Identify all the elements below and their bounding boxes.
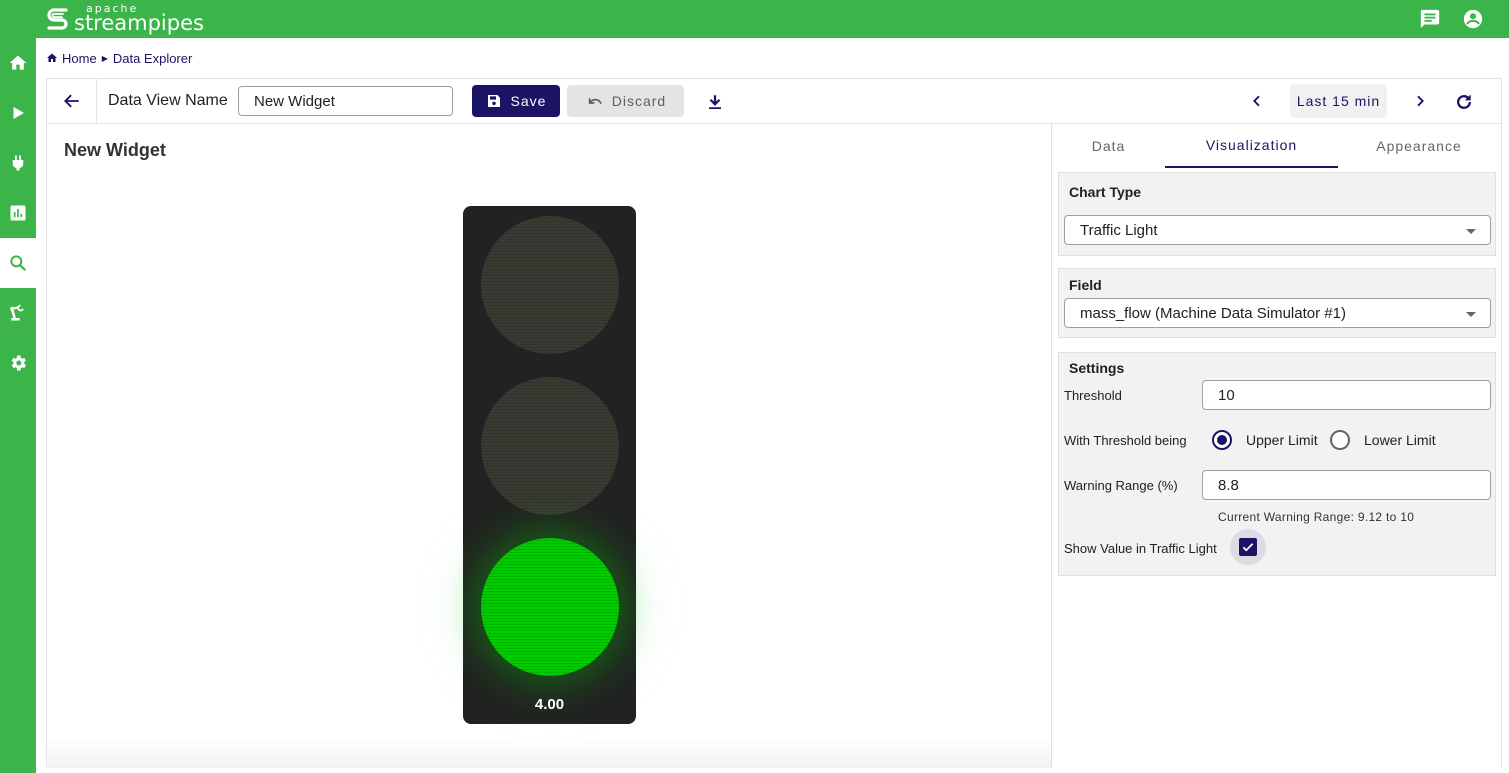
play-icon — [13, 107, 24, 119]
tab-appearance[interactable]: Appearance — [1338, 124, 1500, 168]
tab-data[interactable]: Data — [1052, 124, 1165, 168]
robot-arm-icon — [10, 304, 24, 321]
home-small-icon — [47, 53, 57, 62]
warning-range-input[interactable] — [1202, 470, 1491, 500]
discard-label: Discard — [611, 93, 667, 109]
bar-chart-icon — [10, 205, 26, 221]
traffic-light-red-off — [481, 216, 619, 354]
download-button[interactable] — [702, 89, 728, 115]
lower-limit-radio[interactable] — [1330, 430, 1350, 450]
config-tabs: Data Visualization Appearance — [1052, 124, 1501, 168]
chart-type-select[interactable]: Traffic Light — [1064, 215, 1491, 245]
current-warning-range-hint: Current Warning Range: 9.12 to 10 — [1218, 510, 1415, 524]
time-range-previous-button[interactable] — [1245, 89, 1269, 113]
streampipes-s-icon — [47, 8, 68, 30]
nav-apps[interactable] — [0, 288, 36, 338]
breadcrumb-home[interactable]: Home — [62, 51, 97, 66]
save-label: Save — [510, 93, 547, 109]
nav-pipelines[interactable] — [0, 88, 36, 138]
field-value: mass_flow (Machine Data Simulator #1) — [1080, 304, 1346, 322]
save-icon — [487, 95, 500, 107]
account-circle-icon[interactable] — [1460, 6, 1486, 32]
nav-data-explorer[interactable] — [0, 238, 36, 288]
chart-type-value: Traffic Light — [1080, 221, 1158, 239]
undo-icon — [588, 98, 602, 105]
streampipes-logo[interactable]: apache streampipes — [44, 2, 234, 36]
refresh-button[interactable] — [1451, 89, 1477, 115]
save-button[interactable]: Save — [472, 85, 560, 117]
nav-home[interactable] — [0, 38, 36, 88]
chat-icon[interactable] — [1417, 6, 1443, 32]
chart-type-section: Chart Type Traffic Light — [1058, 172, 1496, 256]
field-select[interactable]: mass_flow (Machine Data Simulator #1) — [1064, 298, 1491, 328]
nav-dashboard[interactable] — [0, 188, 36, 238]
time-range-selector[interactable]: Last 15 min — [1290, 84, 1387, 118]
warning-range-label: Warning Range (%) — [1064, 478, 1178, 493]
threshold-being-label: With Threshold being — [1064, 433, 1187, 448]
chevron-left-icon — [1253, 95, 1260, 107]
arrow-left-icon — [63, 94, 79, 108]
plug-icon — [12, 155, 24, 171]
side-navigation — [0, 38, 36, 773]
refresh-icon — [1457, 94, 1471, 109]
widget-config-panel: Data Visualization Appearance Chart Type… — [1051, 124, 1502, 768]
dropdown-caret-icon — [1466, 229, 1476, 234]
breadcrumb-current: Data Explorer — [112, 50, 193, 66]
threshold-label: Threshold — [1064, 388, 1122, 403]
widget-title: New Widget — [64, 140, 166, 160]
data-view-name-label: Data View Name — [108, 92, 228, 109]
lower-limit-label[interactable]: Lower Limit — [1364, 432, 1436, 448]
back-button[interactable] — [47, 79, 97, 123]
field-section: Field mass_flow (Machine Data Simulator … — [1058, 268, 1496, 338]
tab-visualization[interactable]: Visualization — [1165, 124, 1338, 168]
threshold-input[interactable] — [1202, 380, 1491, 410]
data-view-toolbar: Data View Name Save Discard Last 15 min — [46, 78, 1502, 124]
data-view-name-input[interactable] — [238, 86, 453, 116]
upper-limit-radio[interactable] — [1212, 430, 1232, 450]
traffic-light-green-on — [481, 538, 619, 676]
top-bar: apache streampipes — [0, 0, 1509, 38]
checkmark-icon — [1242, 543, 1254, 552]
chevron-right-icon — [1417, 95, 1424, 107]
home-icon — [9, 55, 27, 70]
dropdown-caret-icon — [1466, 312, 1476, 317]
settings-section: Settings Threshold With Threshold being … — [1058, 352, 1496, 576]
settings-title: Settings — [1069, 360, 1125, 376]
upper-limit-label[interactable]: Upper Limit — [1246, 432, 1318, 448]
chart-type-title: Chart Type — [1069, 184, 1142, 200]
nav-configuration[interactable] — [0, 338, 36, 388]
nav-connect[interactable] — [0, 138, 36, 188]
traffic-light-yellow-off — [481, 377, 619, 515]
download-icon — [709, 95, 721, 110]
gear-icon — [11, 355, 27, 371]
traffic-light-value: 4.00 — [534, 696, 565, 713]
logo-name-text: streampipes — [74, 11, 204, 35]
traffic-light: 4.00 — [463, 206, 636, 724]
widget-preview-area: New Widget 4.00 — [46, 124, 1051, 768]
show-value-checkbox[interactable] — [1230, 529, 1266, 565]
breadcrumb: Home ▶ Data Explorer — [46, 50, 192, 66]
field-title: Field — [1069, 277, 1102, 293]
time-range-next-button[interactable] — [1408, 89, 1432, 113]
search-icon — [10, 255, 26, 271]
breadcrumb-separator-icon: ▶ — [101, 53, 108, 63]
show-value-label: Show Value in Traffic Light — [1064, 541, 1217, 556]
discard-button[interactable]: Discard — [567, 85, 684, 117]
